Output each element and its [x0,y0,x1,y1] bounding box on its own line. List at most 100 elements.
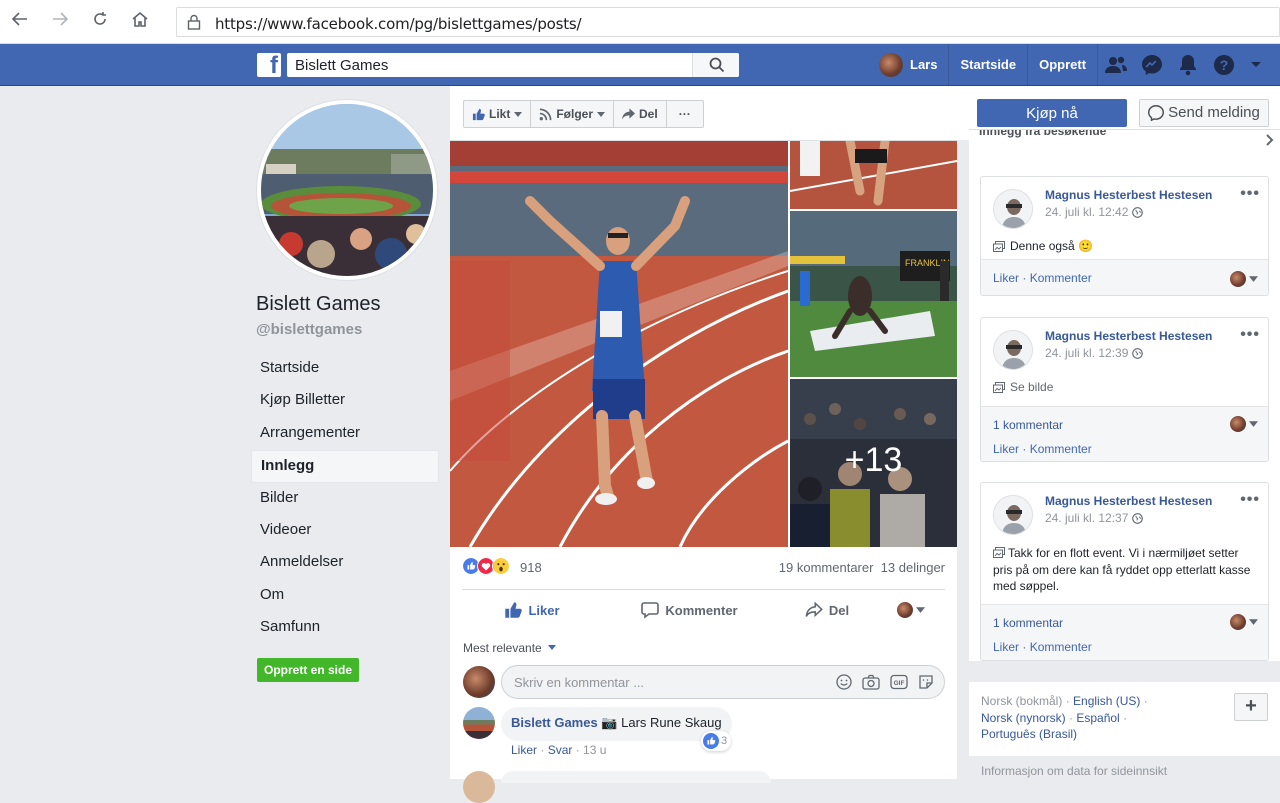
camera-icon[interactable] [862,674,880,690]
sidebar-item-om[interactable]: Om [251,580,439,612]
share-page-button[interactable]: Del [614,101,667,127]
page-profile-picture[interactable] [257,100,437,280]
sidebar-item-bilder[interactable]: Bilder [251,483,439,515]
emoji-icon[interactable] [836,674,852,690]
forward-icon[interactable] [48,10,72,34]
comment-input[interactable] [514,666,814,698]
language-option[interactable]: English (US) [1073,694,1140,708]
visitor-post: Magnus Hesterbest Hestesen 24. juli kl. … [980,317,1269,462]
visitor-avatar[interactable] [993,330,1033,370]
visitor-like-link[interactable]: Liker [993,442,1019,456]
create-link[interactable]: Opprett [1028,44,1099,86]
language-option[interactable]: Español [1076,711,1119,725]
buy-now-button[interactable]: Kjøp nå [977,99,1127,127]
visitor-time[interactable]: 24. juli kl. 12:42 [1045,205,1144,219]
messenger-icon[interactable] [1134,44,1170,86]
comment-author[interactable]: Bislett Games [511,715,598,730]
sidebar-item-arrangementer[interactable]: Arrangementer [251,418,439,450]
more-options-button[interactable]: ··· [667,101,703,127]
comment-composer: GIF [463,665,945,699]
visitor-like-link[interactable]: Liker [993,271,1019,285]
comment-count-link[interactable]: 19 kommentarer [779,560,874,575]
sidebar-item-samfunn[interactable]: Samfunn [251,612,439,644]
post-photo-2[interactable] [790,141,957,209]
facebook-logo-icon[interactable]: f [257,52,281,79]
back-icon[interactable] [8,10,32,34]
gif-icon[interactable]: GIF [890,674,908,690]
like-button[interactable]: Liker [462,590,602,630]
liked-button[interactable]: Likt [464,101,532,127]
profile-link[interactable]: Lars [868,44,950,86]
visitor-post: Magnus Hesterbest Hestesen 24. juli kl. … [980,176,1269,296]
language-option[interactable]: Português (Brasil) [981,727,1077,741]
visitor-comment-count[interactable]: 1 kommentar [993,418,1063,432]
language-option[interactable]: Norsk (nynorsk) [981,711,1066,725]
refresh-icon[interactable] [88,10,112,34]
comment-author-avatar[interactable] [463,707,495,739]
photo-overflow-count[interactable]: +13 [790,441,957,480]
visitor-time[interactable]: 24. juli kl. 12:39 [1045,346,1144,360]
page-sidebar: Bislett Games @bislettgames Startside Kj… [0,86,450,779]
create-page-button[interactable]: Opprett en side [257,658,360,682]
reaction-selector[interactable] [1230,614,1258,630]
visitor-comment-link[interactable]: Kommenter [1030,442,1092,456]
sidebar-item-anmeldelser[interactable]: Anmeldelser [251,547,439,579]
share-button[interactable]: Del [777,590,877,630]
user-avatar [879,53,903,77]
visitor-text[interactable]: Se bilde [1010,379,1053,396]
visitor-author[interactable]: Magnus Hesterbest Hestesen [1045,329,1212,343]
comment-reply-link[interactable]: Svar [548,743,573,757]
visitor-avatar[interactable] [993,189,1033,229]
page-insights-data-link[interactable]: Informasjon om data for sideinnsikt [981,764,1167,778]
comment-like-link[interactable]: Liker [511,743,537,757]
more-languages-button[interactable]: + [1234,693,1268,721]
visitor-like-link[interactable]: Liker [993,640,1019,654]
language-list: Norsk (bokmål) · English (US) · Norsk (n… [981,694,1148,741]
search-icon [709,57,725,73]
friends-icon[interactable] [1098,44,1134,86]
comment-button[interactable]: Kommenter [602,590,777,630]
visitor-comment-link[interactable]: Kommenter [1030,271,1092,285]
notifications-icon[interactable] [1170,44,1206,86]
reaction-icons[interactable] [462,557,510,575]
visitor-posts-header[interactable]: Innlegg fra besøkende [979,130,1274,150]
visitor-comment-link[interactable]: Kommenter [1030,640,1092,654]
more-options-icon[interactable]: ••• [1240,185,1260,203]
page-handle[interactable]: @bislettgames [256,321,362,338]
visitor-time[interactable]: 24. juli kl. 12:37 [1045,511,1144,525]
page-title[interactable]: Bislett Games [256,293,380,316]
more-options-icon[interactable]: ••• [1240,326,1260,344]
sticker-icon[interactable] [918,674,934,690]
address-bar[interactable]: https://www.facebook.com/pg/bislettgames… [176,7,1280,37]
sidebar-item-kjop-billetter[interactable]: Kjøp Billetter [251,385,439,417]
account-menu-icon[interactable] [1242,44,1270,86]
visitor-avatar[interactable] [993,495,1033,535]
selector-avatar [897,602,913,618]
share-count-link[interactable]: 13 delinger [881,560,945,575]
visitor-author[interactable]: Magnus Hesterbest Hestesen [1045,494,1212,508]
post-as-selector[interactable] [877,590,945,630]
search-input[interactable] [287,53,692,77]
sidebar-item-innlegg[interactable]: Innlegg [251,450,439,483]
visitor-comment-count[interactable]: 1 kommentar [993,616,1063,630]
reaction-selector[interactable] [1230,416,1258,432]
follow-button[interactable]: Følger [531,101,615,127]
visitor-author[interactable]: Magnus Hesterbest Hestesen [1045,188,1212,202]
post-photo-3[interactable]: FRANKLIN [790,211,957,377]
reaction-count[interactable]: 918 [520,560,542,575]
comment-sort-dropdown[interactable]: Mest relevante [463,641,557,655]
send-message-button[interactable]: Send melding [1139,99,1269,127]
post-main-photo[interactable] [450,141,788,547]
search-button[interactable] [692,53,739,77]
sidebar-item-videoer[interactable]: Videoer [251,515,439,547]
more-options-icon[interactable]: ••• [1240,491,1260,509]
help-icon[interactable]: ? [1206,44,1242,86]
comment-time[interactable]: 13 u [583,743,606,757]
home-icon[interactable] [128,10,152,34]
comment-like-badge[interactable]: 3 [701,731,732,751]
home-link[interactable]: Startside [949,44,1029,86]
next-comment-avatar[interactable] [463,771,495,803]
reaction-selector[interactable] [1230,271,1258,287]
sidebar-item-startside[interactable]: Startside [251,353,439,385]
visitor-post-actions: Liker · Kommenter [993,442,1092,456]
